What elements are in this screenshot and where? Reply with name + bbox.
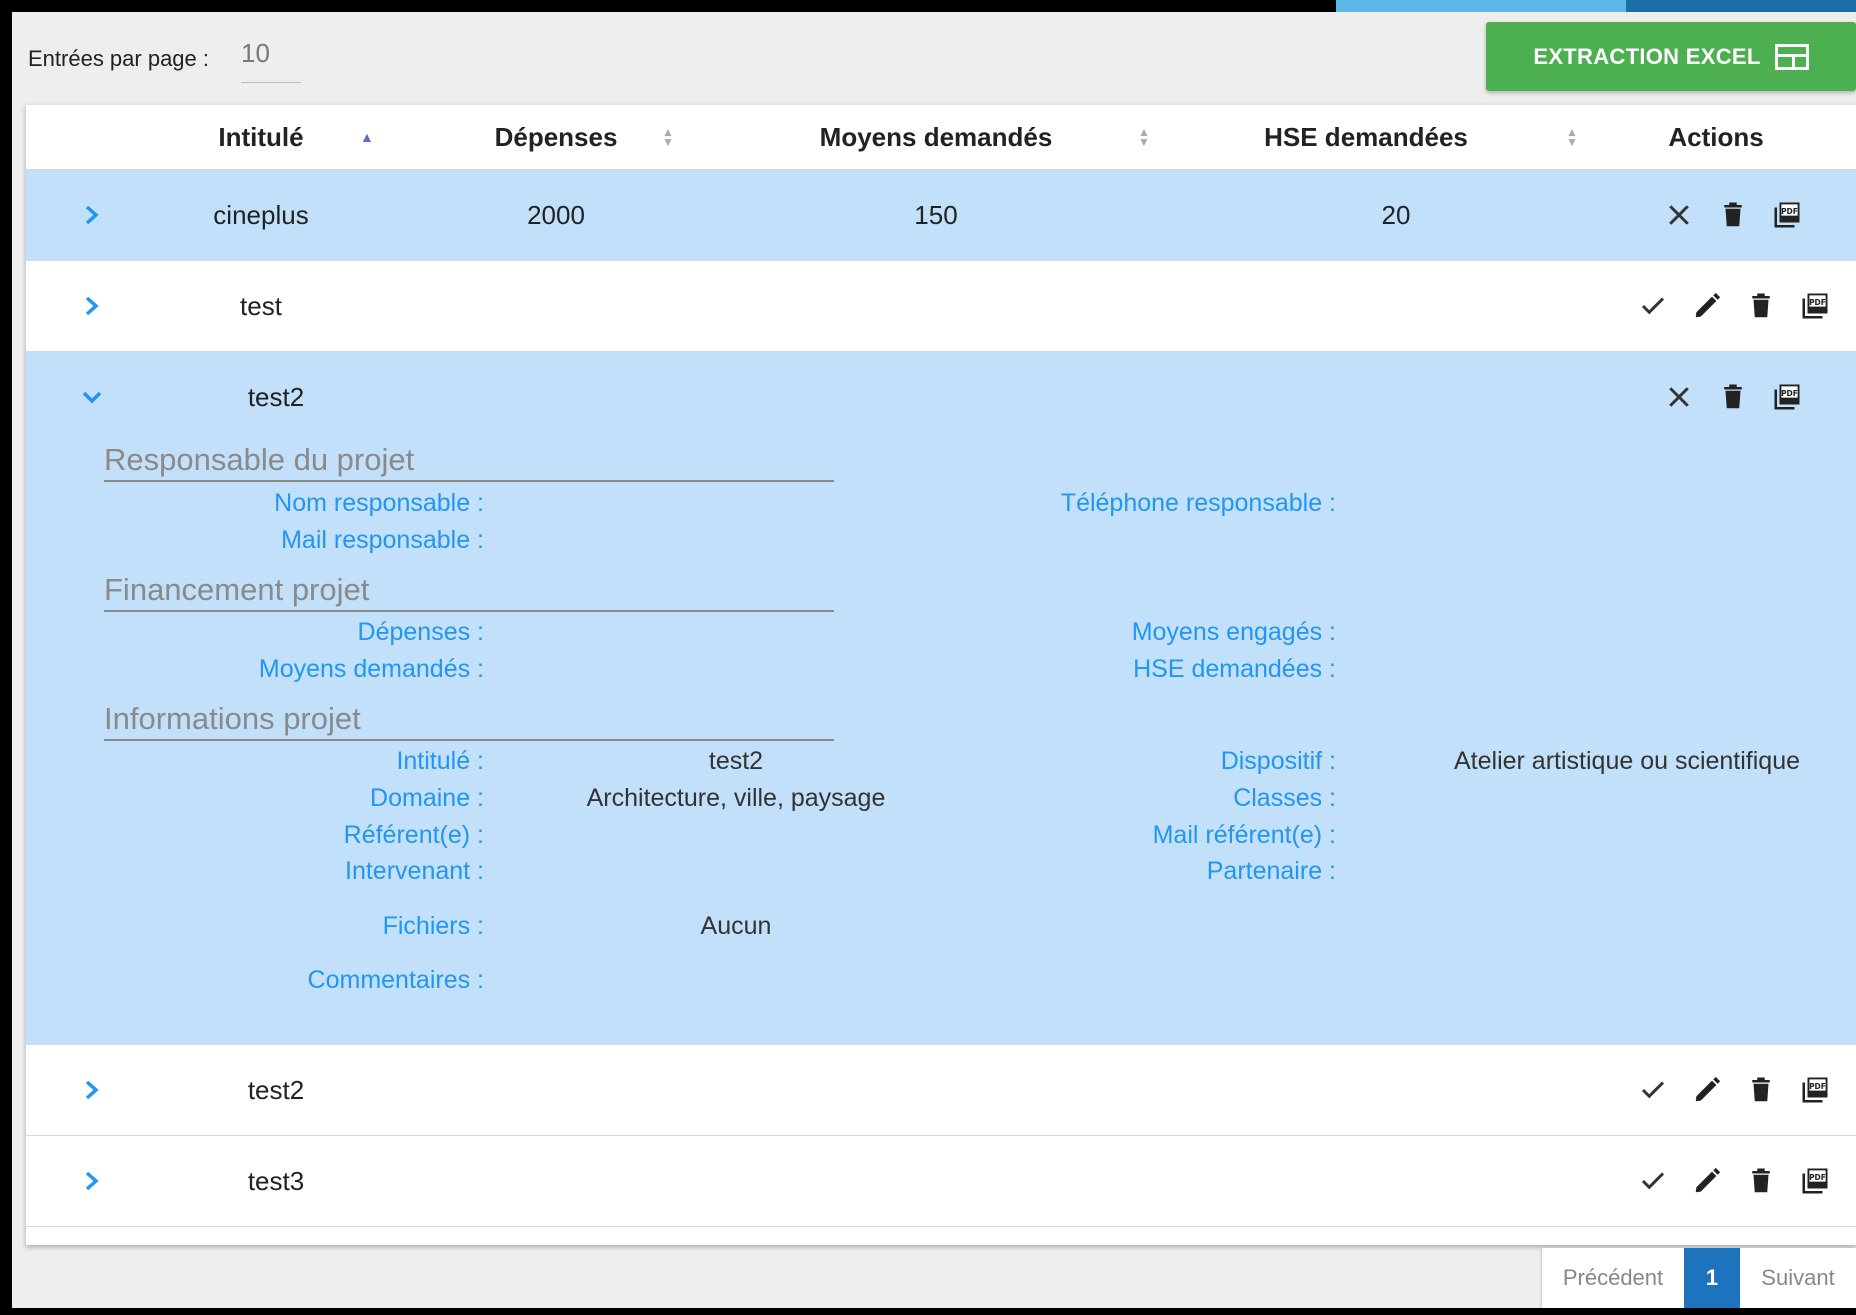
pdf-icon[interactable]: PDF xyxy=(1800,291,1830,321)
value-dispositif: Atelier artistique ou scientifique xyxy=(1454,747,1801,775)
next-page-button[interactable]: Suivant xyxy=(1740,1248,1856,1308)
toolbar: Entrées par page : 10 EXTRACTION EXCEL xyxy=(12,12,1856,102)
close-icon[interactable] xyxy=(1664,382,1694,412)
svg-text:PDF: PDF xyxy=(1809,1082,1826,1091)
table-row[interactable]: test3 PDF xyxy=(26,1136,1856,1227)
cell-intitule: test2 xyxy=(247,381,305,412)
section-title-responsable: Responsable du projet xyxy=(104,442,834,482)
decorative-accent-dark xyxy=(1626,0,1856,12)
label-dispositif: Dispositif : xyxy=(1220,747,1336,775)
app-window: Entrées par page : 10 EXTRACTION EXCEL I… xyxy=(12,12,1856,1308)
check-icon[interactable] xyxy=(1638,1075,1668,1105)
cell-intitule: test xyxy=(240,290,282,321)
section-title-financement: Financement projet xyxy=(104,572,834,612)
trash-icon[interactable] xyxy=(1718,382,1748,412)
label-moyens-engages: Moyens engagés : xyxy=(1131,618,1336,646)
previous-page-button[interactable]: Précédent xyxy=(1542,1248,1684,1308)
pdf-icon[interactable]: PDF xyxy=(1772,200,1802,230)
column-header-depenses[interactable]: Dépenses xyxy=(456,105,656,169)
pencil-icon[interactable] xyxy=(1692,1166,1722,1196)
pencil-icon[interactable] xyxy=(1692,291,1722,321)
entries-per-page-label: Entrées par page : xyxy=(28,46,210,71)
column-header-hse[interactable]: HSE demandées xyxy=(1226,105,1506,169)
label-classes: Classes : xyxy=(1233,784,1336,812)
table-icon xyxy=(1774,43,1809,70)
chevron-right-icon[interactable] xyxy=(72,170,112,260)
cell-intitule: test3 xyxy=(247,1165,305,1196)
chevron-down-icon[interactable] xyxy=(72,352,112,442)
close-icon[interactable] xyxy=(1664,200,1694,230)
pdf-icon[interactable]: PDF xyxy=(1800,1166,1830,1196)
pdf-icon[interactable]: PDF xyxy=(1800,1075,1830,1105)
column-header-moyens[interactable]: Moyens demandés xyxy=(786,105,1086,169)
check-icon[interactable] xyxy=(1638,291,1668,321)
label-hse-demandees: HSE demandées : xyxy=(1133,655,1336,683)
label-referent: Référent(e) : xyxy=(343,821,484,849)
label-commentaires: Commentaires : xyxy=(307,966,484,994)
projects-table: Intitulé ▲ Dépenses ▲ ▼ Moyens demandés ▲… xyxy=(26,105,1856,1245)
label-fichiers: Fichiers : xyxy=(382,912,484,940)
table-row-expanded[interactable]: test2 PDF Responsable du projet Nom resp… xyxy=(26,352,1856,1045)
svg-text:PDF: PDF xyxy=(1809,1173,1826,1182)
excel-export-button[interactable]: EXTRACTION EXCEL xyxy=(1486,22,1856,91)
pagination: Précédent 1 Suivant xyxy=(1542,1248,1856,1308)
label-depenses: Dépenses : xyxy=(357,618,484,646)
label-nom-responsable: Nom responsable : xyxy=(274,489,484,517)
svg-text:PDF: PDF xyxy=(1809,298,1826,307)
cell-intitule: test2 xyxy=(247,1074,305,1105)
pdf-icon[interactable]: PDF xyxy=(1772,382,1802,412)
excel-export-label: EXTRACTION EXCEL xyxy=(1533,43,1761,69)
pencil-icon[interactable] xyxy=(1692,1075,1722,1105)
section-title-informations: Informations projet xyxy=(104,701,834,741)
label-mail-responsable: Mail responsable : xyxy=(281,526,484,554)
chevron-right-icon[interactable] xyxy=(72,261,112,351)
value-fichiers: Aucun xyxy=(700,912,772,940)
value-domaine: Architecture, ville, paysage xyxy=(586,784,886,812)
trash-icon[interactable] xyxy=(1718,200,1748,230)
table-header: Intitulé ▲ Dépenses ▲ ▼ Moyens demandés ▲… xyxy=(26,105,1856,171)
check-icon[interactable] xyxy=(1638,1166,1668,1196)
cell-hse: 20 xyxy=(1381,199,1411,230)
page-1-button[interactable]: 1 xyxy=(1684,1248,1740,1308)
table-row[interactable]: cineplus 2000 150 20 PDF xyxy=(26,170,1856,261)
label-domaine: Domaine : xyxy=(370,784,484,812)
table-row[interactable]: test2 PDF xyxy=(26,1045,1856,1136)
entries-per-page-value[interactable]: 10 xyxy=(241,38,270,69)
cell-intitule: cineplus xyxy=(213,199,309,230)
trash-icon[interactable] xyxy=(1746,291,1776,321)
sort-asc-icon[interactable]: ▲ xyxy=(360,105,374,169)
cell-moyens: 150 xyxy=(914,199,958,230)
label-mail-referent: Mail référent(e) : xyxy=(1152,821,1336,849)
trash-icon[interactable] xyxy=(1746,1075,1776,1105)
label-moyens-demandes: Moyens demandés : xyxy=(258,655,484,683)
table-row[interactable]: test PDF xyxy=(26,261,1856,352)
chevron-right-icon[interactable] xyxy=(72,1045,112,1135)
label-partenaire: Partenaire : xyxy=(1206,857,1336,885)
svg-text:PDF: PDF xyxy=(1781,389,1798,398)
column-header-intitule[interactable]: Intitulé xyxy=(156,105,366,169)
sort-both-icon[interactable]: ▲ ▼ xyxy=(1138,105,1150,169)
sort-both-icon[interactable]: ▲ ▼ xyxy=(1566,105,1578,169)
value-intitule: test2 xyxy=(708,747,764,775)
label-telephone-responsable: Téléphone responsable : xyxy=(1060,489,1336,517)
label-intitule: Intitulé : xyxy=(396,747,484,775)
trash-icon[interactable] xyxy=(1746,1166,1776,1196)
cell-depenses: 2000 xyxy=(527,199,585,230)
label-intervenant: Intervenant : xyxy=(345,857,484,885)
column-header-actions: Actions xyxy=(1668,121,1764,152)
svg-text:PDF: PDF xyxy=(1781,207,1798,216)
chevron-right-icon[interactable] xyxy=(72,1136,112,1226)
sort-both-icon[interactable]: ▲ ▼ xyxy=(662,105,674,169)
